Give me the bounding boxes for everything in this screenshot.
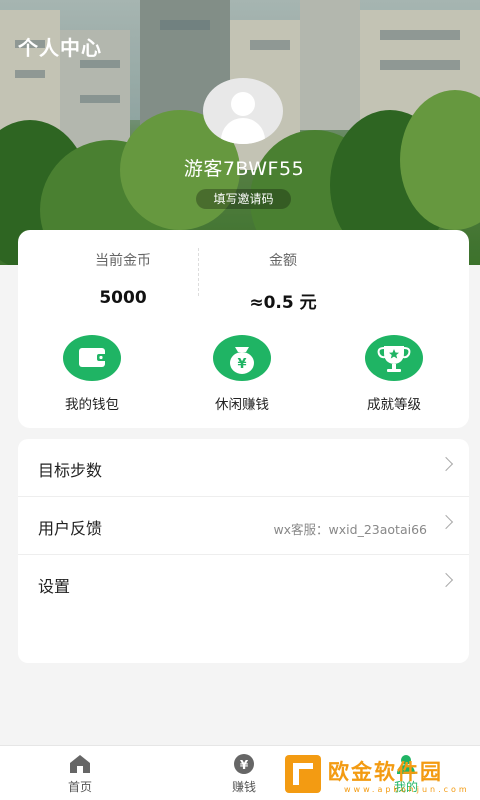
amount-value: ≈0.5 元 — [249, 293, 317, 313]
watermark-text: 欧金软件园 — [328, 760, 443, 784]
page-title: 个人中心 — [18, 36, 102, 60]
menu-item-label: 用户反馈 — [38, 519, 103, 538]
earn-action[interactable]: ¥ 休闲赚钱 — [192, 335, 292, 413]
coins-stat: 当前金币 5000 — [73, 250, 173, 308]
watermark-logo-icon — [284, 754, 322, 794]
tab-home-label: 首页 — [67, 780, 92, 794]
earn-label: 休闲赚钱 — [215, 397, 269, 413]
avatar[interactable] — [203, 78, 283, 144]
yen-coin-icon: ¥ — [233, 754, 255, 774]
stats-card: 当前金币 5000 金额 ≈0.5 元 我的钱包 ¥ 休闲赚钱 成就等级 — [18, 230, 469, 428]
level-label: 成就等级 — [367, 397, 421, 413]
tab-earn[interactable]: ¥ 赚钱 — [204, 754, 284, 795]
menu-card: 目标步数 用户反馈 wx客服：wxid_23aotai66 设置 — [18, 439, 469, 663]
tab-home[interactable]: 首页 — [40, 754, 120, 795]
coins-value: 5000 — [99, 288, 147, 308]
wallet-label: 我的钱包 — [65, 397, 119, 413]
wallet-icon — [63, 335, 121, 381]
menu-item-feedback[interactable]: 用户反馈 wx客服：wxid_23aotai66 — [18, 497, 469, 555]
wallet-action[interactable]: 我的钱包 — [42, 335, 142, 413]
menu-item-label: 设置 — [38, 577, 71, 596]
support-contact: wx客服：wxid_23aotai66 — [273, 522, 427, 537]
tab-earn-label: 赚钱 — [231, 780, 256, 794]
chevron-right-icon — [438, 456, 454, 472]
home-icon — [69, 754, 91, 774]
username: 游客7BWF55 — [183, 158, 305, 180]
avatar-head-shape — [231, 92, 255, 116]
money-bag-icon: ¥ — [213, 335, 271, 381]
svg-text:¥: ¥ — [240, 758, 249, 772]
amount-stat: 金额 ≈0.5 元 — [243, 250, 323, 313]
amount-label: 金额 — [269, 253, 297, 269]
level-action[interactable]: 成就等级 — [344, 335, 444, 413]
chevron-right-icon — [438, 572, 454, 588]
menu-item-target-steps[interactable]: 目标步数 — [18, 439, 469, 497]
watermark-url: www.apkohjun.com — [344, 785, 470, 794]
coins-label: 当前金币 — [95, 253, 151, 269]
trophy-icon — [365, 335, 423, 381]
invite-code-button[interactable]: 填写邀请码 — [196, 189, 291, 209]
svg-text:¥: ¥ — [237, 357, 246, 372]
avatar-body-shape — [221, 118, 265, 144]
chevron-right-icon — [438, 514, 454, 530]
menu-item-settings[interactable]: 设置 — [18, 555, 469, 613]
stat-divider — [198, 248, 199, 296]
watermark: 欧金软件园 www.apkohjun.com — [280, 752, 480, 800]
menu-item-label: 目标步数 — [38, 461, 103, 480]
